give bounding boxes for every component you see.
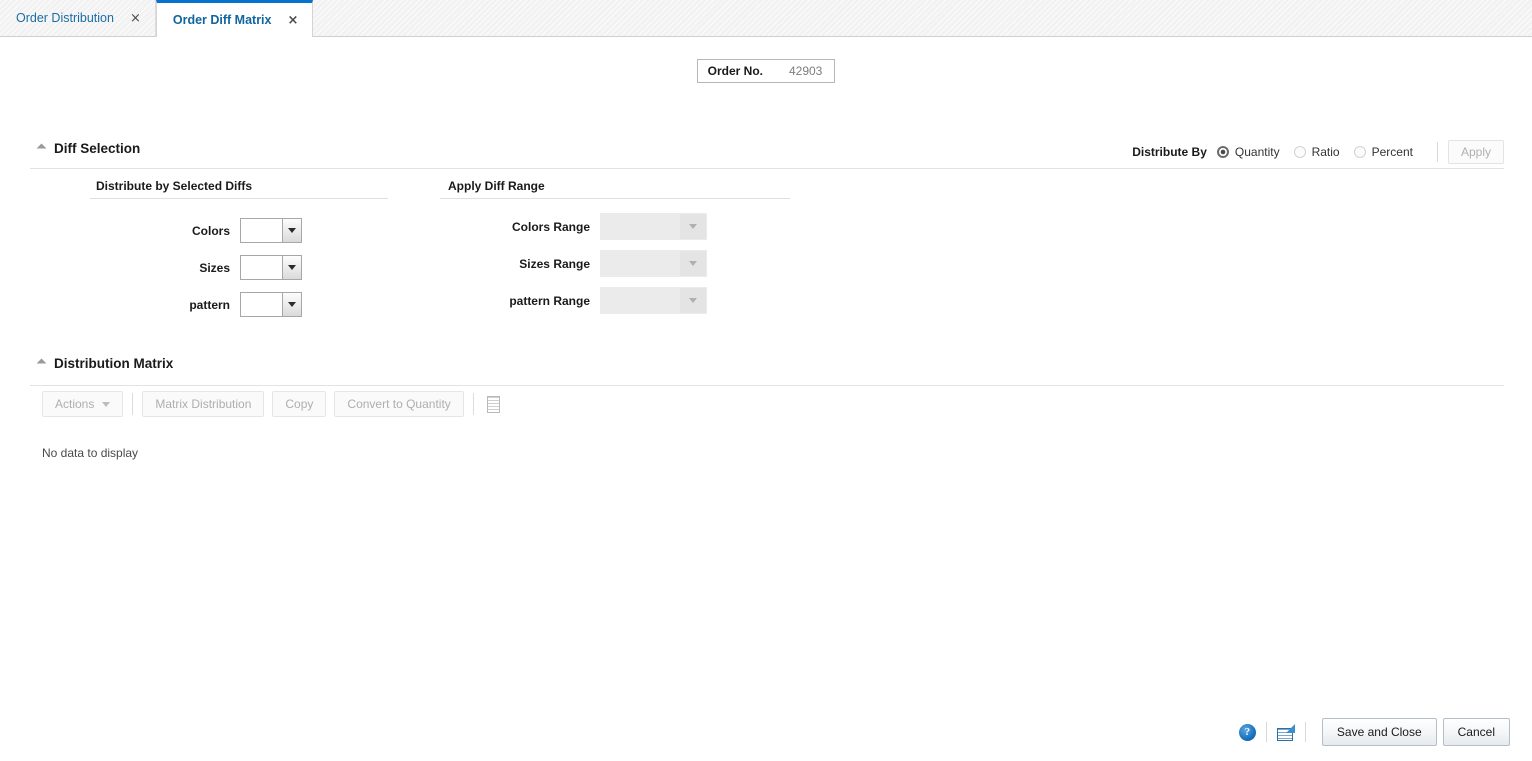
colors-range-dropdown-button[interactable]: [680, 214, 706, 239]
empty-state-message: No data to display: [42, 446, 138, 460]
chevron-down-icon: [689, 261, 697, 266]
save-and-close-button[interactable]: Save and Close: [1322, 718, 1437, 746]
field-label-colors: Colors: [120, 224, 230, 238]
section-header-diff-selection[interactable]: Diff Selection: [38, 141, 140, 156]
pattern-combobox[interactable]: [240, 292, 302, 317]
pattern-dropdown-button[interactable]: [282, 293, 301, 316]
toolbar-separator: [132, 393, 133, 415]
chevron-down-icon: [288, 228, 296, 233]
distribution-matrix-toolbar: Actions Matrix Distribution Copy Convert…: [42, 391, 504, 417]
field-label-sizes: Sizes: [120, 261, 230, 275]
chevron-down-icon: [102, 402, 110, 407]
distribute-by-group: Distribute By Quantity Ratio Percent App…: [1132, 140, 1504, 164]
cancel-button[interactable]: Cancel: [1443, 718, 1510, 746]
matrix-distribution-button[interactable]: Matrix Distribution: [142, 391, 264, 417]
field-row-pattern-range: pattern Range: [440, 287, 707, 314]
radio-ratio[interactable]: Ratio: [1294, 145, 1340, 159]
sizes-combobox[interactable]: [240, 255, 302, 280]
section-header-distribution-matrix[interactable]: Distribution Matrix: [38, 356, 173, 371]
field-label-pattern: pattern: [120, 298, 230, 312]
chevron-down-icon: [689, 298, 697, 303]
action-bar: ? Save and Close Cancel: [1239, 718, 1510, 746]
section-title: Distribution Matrix: [54, 356, 173, 371]
chevron-down-icon: [288, 302, 296, 307]
colors-combobox[interactable]: [240, 218, 302, 243]
radio-button-icon[interactable]: [1354, 146, 1366, 158]
field-label-colors-range: Colors Range: [440, 220, 590, 234]
field-label-pattern-range: pattern Range: [440, 294, 590, 308]
radio-quantity[interactable]: Quantity: [1217, 145, 1280, 159]
pattern-input[interactable]: [241, 293, 282, 316]
sizes-range-dropdown-button[interactable]: [680, 251, 706, 276]
disclosure-triangle-icon[interactable]: [37, 144, 47, 154]
close-icon[interactable]: ×: [130, 12, 141, 25]
sizes-range-input[interactable]: [601, 251, 680, 276]
toolbar-separator: [1266, 722, 1267, 742]
notes-fold: [1286, 724, 1295, 733]
radio-percent[interactable]: Percent: [1354, 145, 1413, 159]
toolbar-separator: [1437, 142, 1438, 162]
sizes-range-lov[interactable]: [600, 250, 707, 277]
radio-label: Percent: [1372, 145, 1413, 159]
field-row-sizes: Sizes: [120, 255, 302, 280]
colors-input[interactable]: [241, 219, 282, 242]
tab-label: Order Diff Matrix: [173, 13, 272, 27]
subsection-title-distribute-by-selected-diffs: Distribute by Selected Diffs: [96, 179, 252, 193]
actions-menu-label: Actions: [55, 397, 94, 411]
radio-button-icon[interactable]: [1217, 146, 1229, 158]
tab-order-diff-matrix[interactable]: Order Diff Matrix ×: [156, 0, 314, 37]
chevron-down-icon: [689, 224, 697, 229]
toolbar-separator: [473, 393, 474, 415]
detach-icon[interactable]: [487, 396, 500, 413]
convert-to-quantity-button[interactable]: Convert to Quantity: [334, 391, 463, 417]
apply-button[interactable]: Apply: [1448, 140, 1504, 164]
colors-dropdown-button[interactable]: [282, 219, 301, 242]
distribute-by-label: Distribute By: [1132, 145, 1207, 159]
page-title: Diff Selection: [54, 141, 140, 156]
colors-range-input[interactable]: [601, 214, 680, 239]
order-no-label: Order No.: [708, 64, 763, 78]
divider: [90, 198, 388, 199]
colors-range-lov[interactable]: [600, 213, 707, 240]
notes-icon[interactable]: [1277, 724, 1295, 741]
divider: [30, 385, 1504, 386]
tab-order-distribution[interactable]: Order Distribution ×: [0, 0, 156, 36]
help-icon[interactable]: ?: [1239, 724, 1256, 741]
sizes-input[interactable]: [241, 256, 282, 279]
divider: [440, 198, 790, 199]
close-icon[interactable]: ×: [288, 14, 299, 27]
radio-button-icon[interactable]: [1294, 146, 1306, 158]
pattern-range-dropdown-button[interactable]: [680, 288, 706, 313]
actions-menu-button[interactable]: Actions: [42, 391, 123, 417]
chevron-down-icon: [288, 265, 296, 270]
field-row-colors: Colors: [120, 218, 302, 243]
order-no-box: Order No. 42903: [697, 59, 836, 83]
pattern-range-lov[interactable]: [600, 287, 707, 314]
subsection-title-apply-diff-range: Apply Diff Range: [448, 179, 545, 193]
field-label-sizes-range: Sizes Range: [440, 257, 590, 271]
copy-button[interactable]: Copy: [272, 391, 326, 417]
field-row-pattern: pattern: [120, 292, 302, 317]
field-row-colors-range: Colors Range: [440, 213, 707, 240]
divider: [30, 168, 1504, 169]
field-row-sizes-range: Sizes Range: [440, 250, 707, 277]
disclosure-triangle-icon[interactable]: [37, 359, 47, 369]
sizes-dropdown-button[interactable]: [282, 256, 301, 279]
order-no-container: Order No. 42903: [0, 59, 1532, 83]
order-no-value: 42903: [789, 64, 822, 78]
tab-label: Order Distribution: [16, 11, 114, 25]
radio-label: Ratio: [1312, 145, 1340, 159]
radio-label: Quantity: [1235, 145, 1280, 159]
toolbar-separator: [1305, 722, 1306, 742]
pattern-range-input[interactable]: [601, 288, 680, 313]
tab-bar: Order Distribution × Order Diff Matrix ×: [0, 0, 1532, 37]
page-body: Order No. 42903 Diff Selection Distribut…: [0, 37, 1532, 761]
